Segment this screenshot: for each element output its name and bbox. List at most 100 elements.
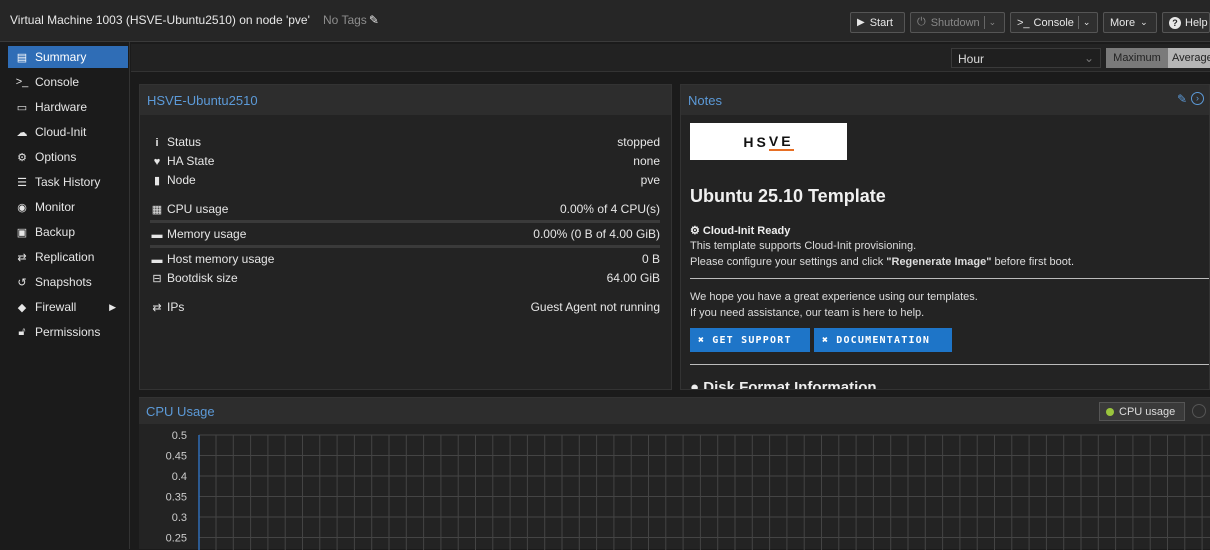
caret-right-icon: ▶ (109, 301, 116, 312)
cpu-usage-value: 0.00% of 4 CPU(s) (559, 202, 660, 216)
summary-icon: ▤ (16, 51, 28, 64)
ips-row: ⇄ IPs Guest Agent not running (150, 300, 660, 318)
cloud-init-title: ⚙ Cloud-Init Ready (690, 225, 791, 237)
play-icon: ▶ (857, 17, 865, 28)
node-value: pve (640, 173, 660, 187)
status-value: stopped (617, 135, 660, 149)
sidebar-item-replication[interactable]: ⇄ Replication (8, 246, 128, 268)
top-toolbar: Virtual Machine 1003 (HSVE-Ubuntu2510) o… (0, 0, 1210, 42)
notes-heading: Ubuntu 25.10 Template (690, 186, 886, 206)
disk-format-title: ● Disk Format Information (690, 379, 877, 390)
collapse-icon[interactable]: › (1191, 92, 1204, 105)
cpu-usage-panel: CPU Usage CPU usage 0.5 0.45 0.4 0.35 0.3 0.2… (139, 397, 1210, 550)
info-icon: i (155, 137, 159, 149)
tags-editor[interactable]: No Tags ✎ (323, 13, 379, 27)
console-button[interactable]: >_ Console ⌄ (1010, 12, 1098, 33)
notes-panel-title: Notes ✎ › (681, 85, 1209, 115)
sidebar-item-backup[interactable]: ▣ Backup (8, 221, 128, 243)
gear-icon: ⚙ (690, 225, 703, 237)
floppy-icon: ▣ (16, 226, 28, 239)
hdd-icon: ⊟ (152, 273, 162, 285)
sidebar-item-summary[interactable]: ▤ Summary (8, 46, 128, 68)
eye-icon: ◉ (17, 201, 27, 214)
cpu-icon: ▦ (151, 204, 163, 216)
edit-icon[interactable]: ✎ (1177, 92, 1187, 106)
retweet-icon: ⇄ (17, 251, 27, 264)
notes-line-2: Please configure your settings and click… (690, 256, 1075, 268)
collapse-icon[interactable] (1192, 404, 1206, 418)
tools-icon: ✖ (698, 334, 706, 346)
sidebar-item-cloud-init[interactable]: ☁ Cloud-Init (8, 121, 128, 143)
chevron-down-icon: ⌄ (988, 17, 997, 27)
notes-divider (690, 278, 1209, 279)
sidebar-item-monitor[interactable]: ◉ Monitor (8, 196, 128, 218)
maximum-toggle[interactable]: Maximum (1106, 48, 1168, 68)
bootdisk-value: 64.00 GiB (606, 271, 660, 285)
unlock-icon: 🔓︎ (18, 325, 26, 338)
sidebar-item-snapshots[interactable]: ↺ Snapshots (8, 271, 128, 293)
cpu-usage-chart: 0.5 0.45 0.4 0.35 0.3 0.25 (166, 430, 1210, 550)
bootdisk-row: ⊟ Bootdisk size 64.00 GiB (150, 271, 660, 289)
cpu-legend-item[interactable]: CPU usage (1099, 402, 1185, 421)
notes-panel: Notes ✎ › HS VE Ubuntu 25.10 Template ⚙ C… (680, 84, 1210, 390)
host-memory-row: ▬ Host memory usage 0 B (151, 252, 661, 266)
question-icon: ? (1169, 16, 1181, 29)
notes-divider (690, 364, 1209, 365)
documentation-button[interactable]: ✖ DOCUMENTATION (814, 328, 952, 352)
chevron-down-icon: ⌄ (1083, 51, 1094, 65)
notes-line-4: If you need assistance, our team is here… (690, 307, 925, 319)
timeframe-select[interactable]: Hour ⌄ (951, 48, 1101, 68)
heartbeat-icon: ♥ (153, 156, 161, 168)
sidebar-item-task-history[interactable]: ☰ Task History (8, 171, 128, 193)
disk-icon: ● (690, 379, 704, 390)
more-button[interactable]: More ⌄ (1103, 12, 1157, 33)
ha-state-row: ♥ HA State none (150, 154, 660, 172)
shield-icon: ◆ (17, 301, 27, 314)
cpu-usage-title: CPU Usage (139, 398, 1210, 424)
notes-line-3: We hope you have a great experience usin… (690, 291, 978, 303)
memory-usage-row: ▬ Memory usage 0.00% (0 B of 4.00 GiB) (151, 227, 661, 241)
exchange-icon: ⇄ (152, 302, 162, 314)
hsve-logo: HS VE (690, 123, 847, 160)
notes-content: HS VE Ubuntu 25.10 Template ⚙ Cloud-Init … (690, 123, 1209, 390)
vm-sidebar: ▤ Summary >_ Console ▭ Hardware ☁ Cloud-Init… (0, 42, 130, 549)
sidebar-item-options[interactable]: ⚙ Options (8, 146, 128, 168)
y-tick-label: 0.35 (166, 492, 187, 504)
host-memory-value: 0 B (641, 252, 660, 266)
power-icon: ⏻ (917, 16, 926, 28)
summary-panel-title: HSVE-Ubuntu2510 (140, 85, 671, 115)
vm-title: Virtual Machine 1003 (HSVE-Ubuntu2510) o… (10, 13, 310, 27)
summary-panel: HSVE-Ubuntu2510 i Status stopped ♥ HA State… (139, 84, 672, 390)
cpu-usage-bar (150, 220, 660, 223)
sidebar-item-console[interactable]: >_ Console (8, 71, 128, 93)
start-button[interactable]: ▶ Start (850, 12, 905, 33)
memory-usage-value: 0.00% (0 B of 4.00 GiB) (533, 227, 660, 241)
y-tick-label: 0.3 (172, 512, 187, 524)
gear-icon: ⚙ (17, 151, 27, 164)
ips-value: Guest Agent not running (530, 300, 660, 314)
chevron-down-icon: ⌄ (1140, 17, 1148, 27)
y-tick-label: 0.4 (172, 471, 187, 483)
y-tick-label: 0.5 (172, 430, 187, 442)
memory-usage-bar (150, 245, 660, 248)
sidebar-item-firewall[interactable]: ◆ Firewall ▶ (8, 296, 128, 318)
list-icon: ☰ (17, 176, 27, 189)
ha-state-value: none (633, 154, 660, 168)
get-support-button[interactable]: ✖ GET SUPPORT (690, 328, 810, 352)
monitor-icon: ▭ (16, 101, 28, 114)
cloud-icon: ☁ (16, 126, 28, 139)
tags-label: No Tags (323, 13, 367, 27)
y-tick-label: 0.25 (166, 533, 187, 545)
sidebar-item-permissions[interactable]: 🔓︎ Permissions (8, 321, 128, 343)
server-icon: ▮ (153, 175, 161, 187)
notes-line-1: This template supports Cloud-Init provis… (690, 240, 917, 252)
pencil-icon[interactable]: ✎ (369, 13, 379, 27)
timeframe-bar: Hour ⌄ Maximum Average (131, 44, 1210, 72)
average-toggle[interactable]: Average (1168, 48, 1210, 68)
sidebar-item-hardware[interactable]: ▭ Hardware (8, 96, 128, 118)
memory-icon: ▬ (151, 229, 163, 241)
shutdown-button[interactable]: ⏻ Shutdown ⌄ (910, 12, 1005, 33)
terminal-icon: >_ (1017, 16, 1030, 29)
history-icon: ↺ (17, 276, 27, 289)
help-button[interactable]: ? Help (1162, 12, 1210, 33)
